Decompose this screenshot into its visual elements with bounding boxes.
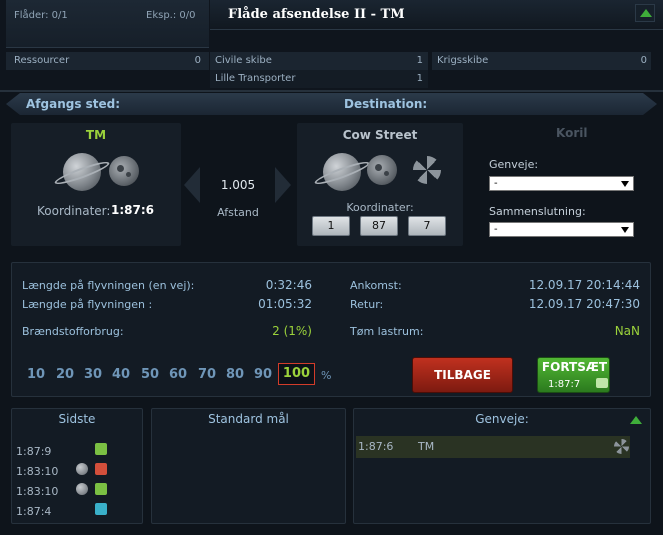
moon-small-icon (76, 483, 88, 495)
recent-item[interactable]: 1:87:4 (16, 505, 51, 518)
recent-item[interactable]: 1:83:10 (16, 465, 58, 478)
system-input[interactable]: 87 (360, 216, 398, 236)
destination-name: Cow Street (342, 128, 418, 142)
shortcuts-panel: Genveje: 1:87:6 TM (353, 408, 651, 524)
arrival-label: Ankomst: (350, 279, 402, 292)
destination-box: Cow Street Koordinater: 1 87 7 (297, 123, 463, 246)
flight-total-value: 01:05:32 (258, 297, 312, 311)
speed-50[interactable]: 50 (141, 367, 159, 382)
galaxy-input[interactable]: 1 (312, 216, 350, 236)
origin-coord-label: Koordinater: (37, 204, 111, 218)
shortcuts-select-label: Genveje: (489, 158, 539, 171)
title-bar: Flåde afsendelse II - TM (210, 0, 663, 30)
small-transporter-label: Lille Transporter (215, 73, 296, 84)
distance-value: 1.005 (220, 178, 256, 192)
civil-ships-label: Civile skibe (215, 55, 272, 66)
position-input[interactable]: 7 (408, 216, 446, 236)
shortcuts-title: Genveje: (475, 412, 529, 426)
shortcut-row[interactable]: 1:87:6 TM (356, 436, 630, 458)
recent-panel: Sidste 1:87:9 1:83:10 1:83:10 1:87:4 (11, 408, 143, 524)
speed-30[interactable]: 30 (84, 367, 102, 382)
speed-40[interactable]: 40 (112, 367, 130, 382)
moon-target-icon[interactable] (367, 155, 397, 185)
origin-box: TM Koordinater: 1:87:6 (11, 123, 181, 246)
resources-count: 0 (194, 55, 201, 66)
back-button[interactable]: TILBAGE (412, 357, 513, 393)
flight-info: Længde på flyvningen (en vej): 0:32:46 L… (11, 262, 651, 397)
continue-label: FORTSÆT (541, 360, 608, 374)
civil-ships-count: 1 (416, 55, 423, 66)
section-header: Afgangs sted: Destination: (6, 93, 657, 115)
standard-targets-panel: Standard mål (151, 408, 346, 524)
destination-header: Destination: (344, 97, 428, 111)
collapse-arrow-icon[interactable] (626, 413, 646, 429)
planet-icon (53, 153, 111, 191)
war-ships-label: Krigsskibe (437, 55, 489, 66)
collapse-arrow-icon[interactable] (635, 4, 655, 22)
speed-10[interactable]: 10 (27, 367, 45, 382)
arrow-right-icon (275, 167, 291, 203)
return-value: 12.09.17 20:47:30 (528, 297, 640, 311)
speed-80[interactable]: 80 (226, 367, 244, 382)
planet-target-icon[interactable] (313, 153, 371, 191)
arrival-value: 12.09.17 20:14:44 (528, 278, 640, 292)
union-select-label: Sammenslutning: (489, 205, 586, 218)
origin-coord: 1:87:6 (111, 203, 154, 217)
moon-small-icon (76, 463, 88, 475)
expedition-slots: Eksp.: 0/0 (146, 10, 196, 21)
continue-coord: 1:87:7 (548, 379, 581, 390)
destination-coord-label: Koordinater: (346, 201, 414, 214)
shortcut-name: TM (418, 440, 435, 453)
fuel-value: 2 (1%) (272, 324, 312, 338)
cargo-value: NaN (614, 324, 640, 338)
green-target-icon (95, 443, 107, 455)
fuel-label: Brændstofforbrug: (22, 325, 124, 338)
top-bar: Flåder: 0/1 Eksp.: 0/0 Flåde afsendelse … (0, 0, 663, 90)
other-planet-name[interactable]: Koril (556, 126, 587, 140)
moon-icon (109, 156, 139, 186)
transporter-icon (596, 378, 608, 388)
standard-title: Standard mål (208, 412, 289, 426)
speed-70[interactable]: 70 (198, 367, 216, 382)
origin-header: Afgangs sted: (26, 97, 121, 111)
resources-label: Ressourcer (14, 55, 70, 66)
union-select[interactable]: - (489, 222, 634, 237)
small-transporter-row[interactable]: Lille Transporter 1 (210, 70, 428, 88)
debris-field-icon[interactable] (413, 156, 441, 184)
fleet-dispatch-panel: Afgangs sted: Destination: TM Koordinate… (0, 90, 663, 535)
shortcuts-select[interactable]: - (489, 176, 634, 191)
fleet-counters: Flåder: 0/1 Eksp.: 0/0 (6, 0, 209, 48)
cyan-target-icon (95, 503, 107, 515)
recent-title: Sidste (58, 412, 96, 426)
green-target-icon (95, 483, 107, 495)
recent-item[interactable]: 1:87:9 (16, 445, 51, 458)
fleet-slots: Flåder: 0/1 (14, 10, 68, 21)
cargo-label: Tøm lastrum: (350, 325, 424, 338)
flight-total-label: Længde på flyvningen : (22, 298, 153, 311)
war-ships-row[interactable]: Krigsskibe 0 (432, 52, 651, 70)
arrow-left-icon (184, 167, 200, 203)
origin-name: TM (85, 128, 107, 142)
flight-oneway-label: Længde på flyvningen (en vej): (22, 279, 195, 292)
continue-button[interactable]: FORTSÆT 1:87:7 (537, 357, 610, 393)
distance-label: Afstand (217, 206, 259, 219)
civil-ships-row[interactable]: Civile skibe 1 (210, 52, 428, 70)
war-ships-count: 0 (640, 55, 647, 66)
debris-field-icon (614, 439, 629, 454)
speed-60[interactable]: 60 (169, 367, 187, 382)
flight-oneway-value: 0:32:46 (265, 278, 312, 292)
red-target-icon (95, 463, 107, 475)
page-title: Flåde afsendelse II - TM (228, 7, 405, 22)
speed-100-selected[interactable]: 100 (278, 363, 315, 385)
speed-unit: % (321, 369, 332, 382)
speed-20[interactable]: 20 (56, 367, 74, 382)
shortcut-coord: 1:87:6 (358, 440, 394, 453)
small-transporter-count: 1 (416, 73, 423, 84)
return-label: Retur: (350, 298, 384, 311)
resources-row[interactable]: Ressourcer 0 (6, 52, 209, 70)
speed-90[interactable]: 90 (254, 367, 272, 382)
recent-item[interactable]: 1:83:10 (16, 485, 58, 498)
